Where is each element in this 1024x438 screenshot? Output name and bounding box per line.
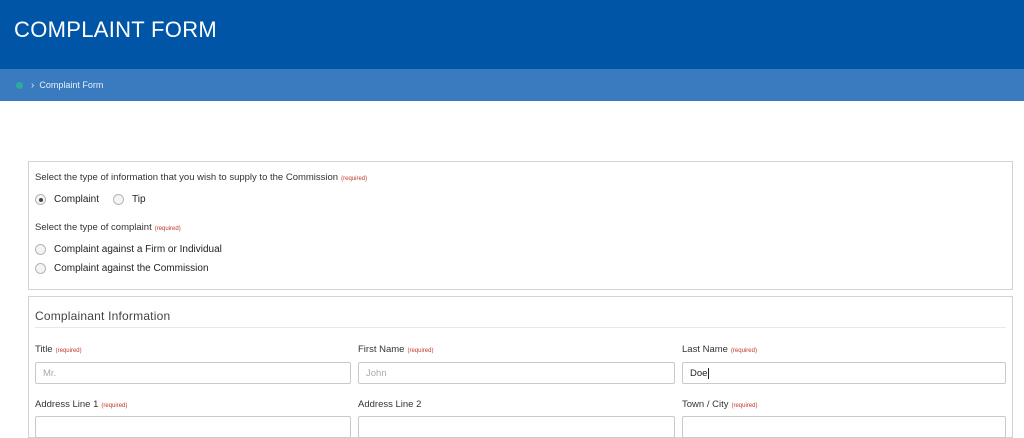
required-marker: (required) bbox=[731, 403, 758, 409]
info-type-radio-group: Complaint Tip bbox=[35, 194, 160, 205]
required-marker: (required) bbox=[341, 176, 368, 182]
section-title: Complainant Information bbox=[35, 309, 171, 323]
last-name-label: Last Name (required) bbox=[682, 344, 757, 355]
radio-button[interactable] bbox=[35, 263, 46, 274]
page-title: COMPLAINT FORM bbox=[14, 17, 218, 42]
radio-option-firm-individual[interactable]: Complaint against a Firm or Individual bbox=[35, 244, 222, 255]
radio-option-complaint[interactable]: Complaint bbox=[35, 194, 99, 205]
required-marker: (required) bbox=[730, 348, 757, 354]
address-line-2-label: Address Line 2 bbox=[358, 399, 422, 410]
divider bbox=[35, 327, 1006, 328]
information-type-panel: Select the type of information that you … bbox=[28, 161, 1013, 290]
info-type-question: Select the type of information that you … bbox=[35, 172, 368, 183]
home-icon[interactable] bbox=[16, 81, 23, 89]
address-line-1-label: Address Line 1 (required) bbox=[35, 399, 128, 410]
town-city-label: Town / City (required) bbox=[682, 399, 758, 410]
complaint-type-question: Select the type of complaint (required) bbox=[35, 222, 181, 233]
page-header: COMPLAINT FORM bbox=[0, 0, 1024, 69]
radio-label: Tip bbox=[132, 194, 146, 205]
radio-option-commission[interactable]: Complaint against the Commission bbox=[35, 263, 209, 274]
radio-label: Complaint bbox=[54, 194, 100, 205]
title-label: Title (required) bbox=[35, 344, 82, 355]
radio-option-tip[interactable]: Tip bbox=[113, 194, 146, 205]
required-marker: (required) bbox=[55, 348, 82, 354]
first-name-label: First Name (required) bbox=[358, 344, 434, 355]
required-marker: (required) bbox=[101, 403, 128, 409]
address-line-2-input[interactable] bbox=[358, 416, 675, 438]
radio-button-checked[interactable] bbox=[35, 194, 46, 205]
title-input[interactable]: Mr. bbox=[35, 362, 351, 384]
last-name-input[interactable]: Doe bbox=[682, 362, 1006, 384]
address-line-1-input[interactable] bbox=[35, 416, 351, 438]
radio-label: Complaint against the Commission bbox=[54, 263, 209, 274]
radio-label: Complaint against a Firm or Individual bbox=[54, 244, 222, 255]
town-city-input[interactable] bbox=[682, 416, 1006, 438]
breadcrumb: › Complaint Form bbox=[0, 69, 1024, 101]
breadcrumb-current: Complaint Form bbox=[39, 80, 104, 90]
text-cursor bbox=[708, 367, 710, 379]
chevron-right-icon: › bbox=[31, 79, 35, 91]
radio-button[interactable] bbox=[35, 244, 46, 255]
radio-button[interactable] bbox=[113, 194, 125, 205]
complainant-information-panel: Complainant Information Title (required) … bbox=[28, 296, 1013, 438]
required-marker: (required) bbox=[407, 348, 434, 354]
first-name-input[interactable]: John bbox=[358, 362, 675, 384]
required-marker: (required) bbox=[154, 226, 181, 232]
